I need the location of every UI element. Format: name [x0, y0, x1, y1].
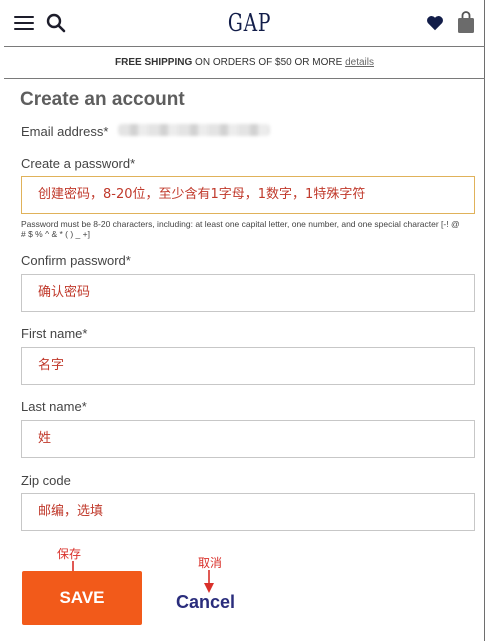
- banner-bold-text: FREE SHIPPING: [115, 57, 193, 68]
- password-label: Create a password*: [21, 156, 136, 171]
- shopping-bag-icon[interactable]: [456, 10, 476, 34]
- last-name-label: Last name*: [21, 399, 87, 414]
- search-icon[interactable]: [45, 12, 67, 34]
- banner-divider: [4, 78, 485, 79]
- heart-icon[interactable]: [426, 14, 444, 32]
- first-name-field[interactable]: 名字: [21, 347, 475, 385]
- zip-code-field[interactable]: 邮编，选填: [21, 493, 475, 531]
- hamburger-menu-icon[interactable]: [14, 14, 34, 32]
- password-field[interactable]: 创建密码，8-20位，至少含有1字母，1数字，1特殊字符: [21, 176, 475, 214]
- page-title: Create an account: [20, 89, 185, 110]
- gap-logo[interactable]: GAP: [228, 7, 271, 39]
- header-divider: [4, 46, 485, 47]
- cancel-button[interactable]: Cancel: [176, 592, 235, 613]
- details-link[interactable]: details: [345, 57, 374, 68]
- first-name-label: First name*: [21, 326, 88, 341]
- email-value-redacted: [118, 124, 270, 136]
- email-label: Email address*: [21, 124, 109, 139]
- password-hint: Password must be 8-20 characters, includ…: [21, 219, 460, 239]
- save-button[interactable]: SAVE: [22, 571, 142, 625]
- zip-code-label: Zip code: [21, 473, 71, 488]
- confirm-password-field[interactable]: 确认密码: [21, 274, 475, 312]
- banner-text: ON ORDERS OF $50 OR MORE: [192, 57, 346, 68]
- shipping-banner: FREE SHIPPING ON ORDERS OF $50 OR MORE d…: [4, 52, 485, 74]
- last-name-field[interactable]: 姓: [21, 420, 475, 458]
- confirm-password-label: Confirm password*: [21, 253, 131, 268]
- site-header: GAP: [0, 0, 484, 46]
